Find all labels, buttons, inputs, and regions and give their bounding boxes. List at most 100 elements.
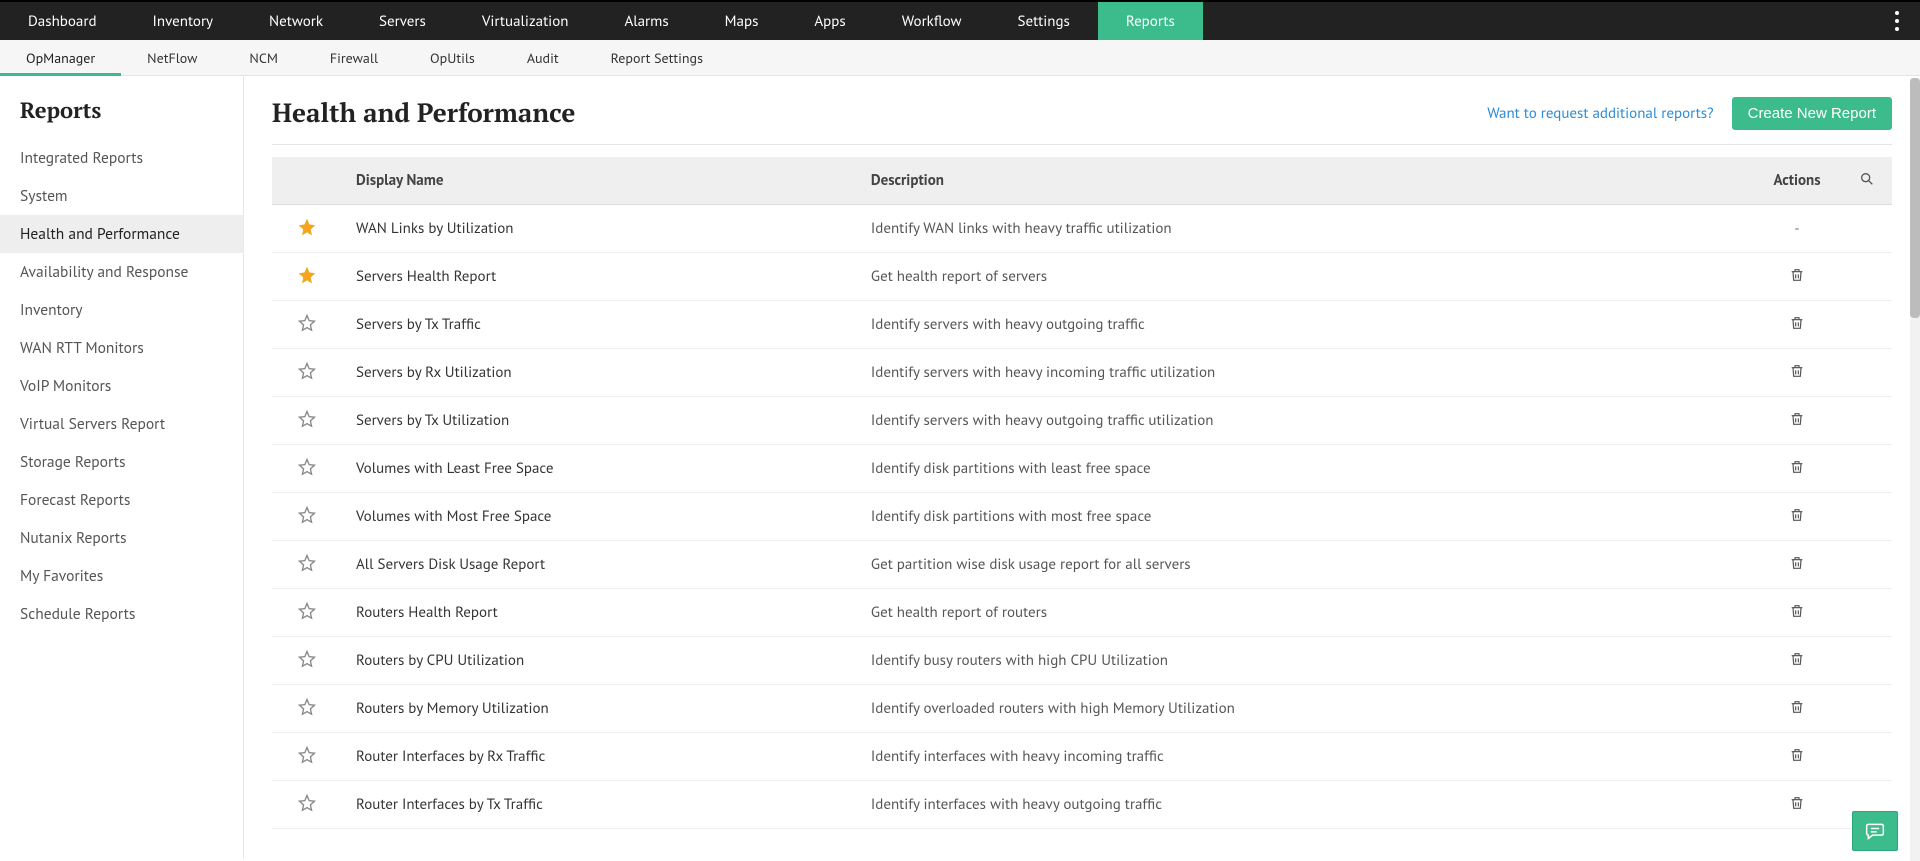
sidebar-item-health-and-performance[interactable]: Health and Performance <box>0 215 243 253</box>
topnav-item-network[interactable]: Network <box>241 2 351 40</box>
star-outline-icon[interactable] <box>295 743 319 767</box>
delete-button[interactable] <box>1787 408 1807 430</box>
subnav-item-firewall[interactable]: Firewall <box>304 40 404 75</box>
table-row[interactable]: Volumes with Most Free SpaceIdentify dis… <box>272 493 1892 541</box>
star-outline-icon[interactable] <box>295 695 319 719</box>
report-description: Identify busy routers with high CPU Util… <box>857 637 1752 685</box>
delete-button[interactable] <box>1787 504 1807 526</box>
star-outline-icon[interactable] <box>295 407 319 431</box>
sidebar-item-virtual-servers-report[interactable]: Virtual Servers Report <box>0 405 243 443</box>
sidebar-item-forecast-reports[interactable]: Forecast Reports <box>0 481 243 519</box>
delete-button[interactable] <box>1787 792 1807 814</box>
report-action <box>1752 493 1842 541</box>
chat-fab[interactable] <box>1852 811 1898 851</box>
table-row[interactable]: Routers Health ReportGet health report o… <box>272 589 1892 637</box>
report-name[interactable]: Router Interfaces by Tx Traffic <box>342 781 857 829</box>
sidebar-item-availability-and-response[interactable]: Availability and Response <box>0 253 243 291</box>
report-description: Identify servers with heavy outgoing tra… <box>857 397 1752 445</box>
create-new-report-button[interactable]: Create New Report <box>1732 97 1892 130</box>
delete-button[interactable] <box>1787 312 1807 334</box>
report-name[interactable]: All Servers Disk Usage Report <box>342 541 857 589</box>
topnav-item-servers[interactable]: Servers <box>351 2 454 40</box>
report-name[interactable]: Routers by CPU Utilization <box>342 637 857 685</box>
table-row[interactable]: Routers by CPU UtilizationIdentify busy … <box>272 637 1892 685</box>
table-row[interactable]: Routers by Memory UtilizationIdentify ov… <box>272 685 1892 733</box>
col-description[interactable]: Description <box>857 157 1752 205</box>
report-action <box>1752 541 1842 589</box>
topnav-item-virtualization[interactable]: Virtualization <box>454 2 597 40</box>
table-row[interactable]: All Servers Disk Usage ReportGet partiti… <box>272 541 1892 589</box>
delete-button[interactable] <box>1787 264 1807 286</box>
delete-button[interactable] <box>1787 648 1807 670</box>
subnav-item-audit[interactable]: Audit <box>501 40 585 75</box>
report-name[interactable]: Servers by Rx Utilization <box>342 349 857 397</box>
request-reports-link[interactable]: Want to request additional reports? <box>1487 104 1713 123</box>
sidebar-item-inventory[interactable]: Inventory <box>0 291 243 329</box>
star-outline-icon[interactable] <box>295 791 319 815</box>
report-name[interactable]: Volumes with Least Free Space <box>342 445 857 493</box>
sidebar-item-wan-rtt-monitors[interactable]: WAN RTT Monitors <box>0 329 243 367</box>
report-name[interactable]: Volumes with Most Free Space <box>342 493 857 541</box>
sidebar-item-voip-monitors[interactable]: VoIP Monitors <box>0 367 243 405</box>
table-row[interactable]: WAN Links by UtilizationIdentify WAN lin… <box>272 205 1892 253</box>
col-display-name[interactable]: Display Name <box>342 157 857 205</box>
table-row[interactable]: Servers by Rx UtilizationIdentify server… <box>272 349 1892 397</box>
report-name[interactable]: Servers by Tx Utilization <box>342 397 857 445</box>
table-row[interactable]: Router Interfaces by Rx TrafficIdentify … <box>272 733 1892 781</box>
star-outline-icon[interactable] <box>295 359 319 383</box>
report-name[interactable]: Routers Health Report <box>342 589 857 637</box>
sidebar-item-schedule-reports[interactable]: Schedule Reports <box>0 595 243 633</box>
report-action <box>1752 301 1842 349</box>
subnav-item-oputils[interactable]: OpUtils <box>404 40 501 75</box>
table-row[interactable]: Servers by Tx UtilizationIdentify server… <box>272 397 1892 445</box>
delete-button[interactable] <box>1787 600 1807 622</box>
report-action <box>1752 349 1842 397</box>
topnav-item-maps[interactable]: Maps <box>697 2 787 40</box>
star-filled-icon[interactable] <box>295 263 319 287</box>
sidebar-item-nutanix-reports[interactable]: Nutanix Reports <box>0 519 243 557</box>
sidebar-item-integrated-reports[interactable]: Integrated Reports <box>0 139 243 177</box>
subnav-item-opmanager[interactable]: OpManager <box>0 40 121 75</box>
report-description: Get health report of servers <box>857 253 1752 301</box>
delete-button[interactable] <box>1787 552 1807 574</box>
table-row[interactable]: Router Interfaces by Tx TrafficIdentify … <box>272 781 1892 829</box>
report-name[interactable]: Router Interfaces by Rx Traffic <box>342 733 857 781</box>
delete-button[interactable] <box>1787 360 1807 382</box>
star-outline-icon[interactable] <box>295 599 319 623</box>
topnav-item-settings[interactable]: Settings <box>990 2 1098 40</box>
topnav-item-dashboard[interactable]: Dashboard <box>0 2 125 40</box>
delete-button[interactable] <box>1787 456 1807 478</box>
star-outline-icon[interactable] <box>295 311 319 335</box>
overflow-menu-button[interactable] <box>1886 2 1908 40</box>
sidebar-item-my-favorites[interactable]: My Favorites <box>0 557 243 595</box>
subnav-item-netflow[interactable]: NetFlow <box>121 40 223 75</box>
scrollbar-thumb[interactable] <box>1910 78 1920 318</box>
table-search-button[interactable] <box>1857 169 1877 189</box>
delete-button[interactable] <box>1787 696 1807 718</box>
table-row[interactable]: Volumes with Least Free SpaceIdentify di… <box>272 445 1892 493</box>
sidebar-item-system[interactable]: System <box>0 177 243 215</box>
star-outline-icon[interactable] <box>295 455 319 479</box>
topnav-item-workflow[interactable]: Workflow <box>874 2 990 40</box>
topnav-item-alarms[interactable]: Alarms <box>596 2 696 40</box>
table-row[interactable]: Servers Health ReportGet health report o… <box>272 253 1892 301</box>
table-row[interactable]: Servers by Tx TrafficIdentify servers wi… <box>272 301 1892 349</box>
report-description: Get partition wise disk usage report for… <box>857 541 1752 589</box>
subnav-item-ncm[interactable]: NCM <box>223 40 304 75</box>
report-name[interactable]: WAN Links by Utilization <box>342 205 857 253</box>
star-filled-icon[interactable] <box>295 215 319 239</box>
sidebar-item-storage-reports[interactable]: Storage Reports <box>0 443 243 481</box>
top-nav: DashboardInventoryNetworkServersVirtuali… <box>0 0 1920 40</box>
star-outline-icon[interactable] <box>295 551 319 575</box>
star-outline-icon[interactable] <box>295 503 319 527</box>
report-name[interactable]: Routers by Memory Utilization <box>342 685 857 733</box>
report-name[interactable]: Servers Health Report <box>342 253 857 301</box>
topnav-item-reports[interactable]: Reports <box>1098 2 1203 40</box>
subnav-item-report-settings[interactable]: Report Settings <box>585 40 729 75</box>
star-outline-icon[interactable] <box>295 647 319 671</box>
delete-button[interactable] <box>1787 744 1807 766</box>
report-name[interactable]: Servers by Tx Traffic <box>342 301 857 349</box>
topnav-item-apps[interactable]: Apps <box>786 2 873 40</box>
topnav-item-inventory[interactable]: Inventory <box>125 2 242 40</box>
report-description: Identify servers with heavy outgoing tra… <box>857 301 1752 349</box>
